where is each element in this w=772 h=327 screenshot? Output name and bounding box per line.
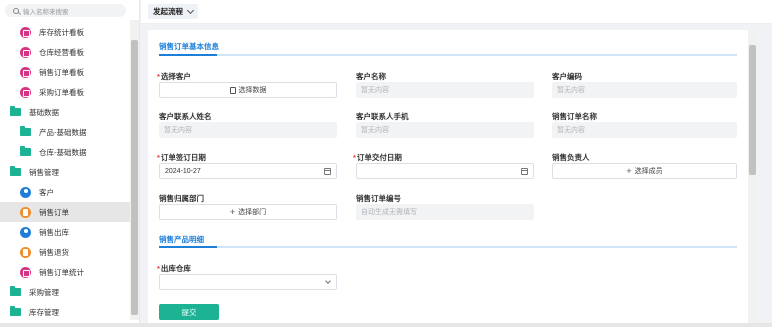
select-member-button[interactable]: + 选择成员	[552, 163, 737, 179]
calendar-icon	[521, 168, 528, 175]
sidebar-item-purchase-mgmt[interactable]: 采购管理	[0, 282, 130, 302]
customer-code-label: 客户编码	[552, 72, 582, 81]
sidebar-scrollbar-thumb[interactable]	[131, 40, 138, 315]
order-icon	[20, 246, 31, 258]
start-flow-label: 发起流程	[153, 7, 183, 16]
sign-date-picker[interactable]: 2024-10-27	[159, 163, 337, 179]
sales-order-form: 销售订单基本信息 *选择客户 选择数据 客户名称 暂无内容 客户编码 暂无内容 …	[148, 30, 748, 325]
top-bar: 发起流程	[141, 0, 772, 24]
sidebar-item-warehouse-board[interactable]: 仓库经营看板	[0, 42, 130, 62]
plus-icon: +	[229, 207, 236, 217]
sidebar-item-label: 销售退货	[39, 247, 69, 257]
sidebar-item-sales-order[interactable]: 销售订单	[0, 202, 130, 222]
board-icon	[20, 46, 31, 58]
sales-person-label: 销售负责人	[552, 153, 590, 162]
sidebar-item-label: 销售订单看板	[39, 67, 84, 77]
submit-button[interactable]: 提交	[159, 304, 219, 320]
contact-name-label: 客户联系人姓名	[159, 112, 212, 121]
sidebar-item-label: 采购管理	[29, 287, 59, 297]
delivery-date-label: *订单交付日期	[353, 153, 402, 162]
order-name-field: 暂无内容	[552, 122, 737, 138]
search-input[interactable]: 输入名称来搜索	[5, 4, 126, 17]
sidebar-item-sales-return[interactable]: 销售退货	[0, 242, 130, 262]
contact-phone-field: 暂无内容	[356, 122, 534, 138]
sidebar-item-label: 库存管理	[29, 307, 59, 317]
section-title-basic: 销售订单基本信息	[159, 42, 219, 51]
search-icon	[13, 7, 19, 14]
sidebar-item-sales-mgmt[interactable]: 销售管理	[0, 162, 130, 182]
sidebar-menu: 库存统计看板 仓库经营看板 销售订单看板 采购订单看板 基础数据 产品-基础数据…	[0, 22, 130, 322]
user-icon	[20, 186, 31, 198]
folder-icon	[10, 166, 21, 176]
board-icon	[20, 266, 31, 278]
order-no-field: 自动生成无需填写	[356, 204, 534, 220]
horizontal-scrollbar[interactable]	[0, 323, 772, 327]
folder-icon	[10, 106, 21, 116]
sidebar-item-label: 基础数据	[29, 107, 59, 117]
sidebar-item-purchase-board[interactable]: 采购订单看板	[0, 82, 130, 102]
sidebar-item-basic-data[interactable]: 基础数据	[0, 102, 130, 122]
select-customer-button[interactable]: 选择数据	[159, 82, 337, 98]
delivery-date-picker[interactable]	[356, 163, 534, 179]
folder-icon	[20, 126, 31, 136]
sidebar-item-label: 产品-基础数据	[39, 127, 87, 137]
board-icon	[20, 86, 31, 98]
sidebar-item-sales-stats[interactable]: 销售订单统计	[0, 262, 130, 282]
main-scrollbar-thumb[interactable]	[749, 45, 756, 175]
sidebar-item-customer[interactable]: 客户	[0, 182, 130, 202]
board-icon	[20, 66, 31, 78]
select-customer-label: *选择客户	[157, 72, 191, 81]
calendar-icon	[324, 168, 331, 175]
sidebar-item-label: 销售管理	[29, 167, 59, 177]
plus-icon: +	[626, 166, 632, 176]
section-title-products: 销售产品明细	[159, 235, 204, 244]
warehouse-label: *出库仓库	[157, 264, 191, 273]
sidebar-item-warehouse-data[interactable]: 仓库-基础数据	[0, 142, 130, 162]
sidebar-item-inventory-mgmt[interactable]: 库存管理	[0, 302, 130, 322]
sidebar-item-inventory-board[interactable]: 库存统计看板	[0, 22, 130, 42]
document-icon	[229, 86, 236, 94]
customer-name-label: 客户名称	[356, 72, 386, 81]
warehouse-select[interactable]	[159, 274, 337, 290]
customer-name-field: 暂无内容	[356, 82, 534, 98]
folder-icon	[10, 306, 21, 316]
sidebar-item-sales-outbound[interactable]: 销售出库	[0, 222, 130, 242]
section-divider	[159, 54, 737, 56]
section-divider	[159, 246, 737, 248]
sidebar-item-label: 销售出库	[39, 227, 69, 237]
sidebar: 输入名称来搜索 库存统计看板 仓库经营看板 销售订单看板 采购订单看板 基础数据…	[0, 0, 140, 327]
contact-name-field: 暂无内容	[159, 122, 337, 138]
sidebar-item-label: 仓库经营看板	[39, 47, 84, 57]
sidebar-item-label: 库存统计看板	[39, 27, 84, 37]
search-placeholder: 输入名称来搜索	[23, 8, 69, 16]
order-name-label: 销售订单名称	[552, 112, 597, 121]
chevron-down-icon	[325, 278, 331, 284]
sidebar-item-label: 采购订单看板	[39, 87, 84, 97]
chevron-down-icon	[186, 6, 195, 14]
order-no-label: 销售订单编号	[356, 194, 401, 203]
sidebar-item-label: 仓库-基础数据	[39, 147, 87, 157]
doc-icon	[20, 226, 31, 238]
folder-icon	[20, 146, 31, 156]
sidebar-item-label: 客户	[39, 187, 54, 197]
sidebar-item-label: 销售订单统计	[39, 267, 84, 277]
sidebar-item-product-data[interactable]: 产品-基础数据	[0, 122, 130, 142]
customer-code-field: 暂无内容	[552, 82, 737, 98]
sidebar-item-label: 销售订单	[39, 207, 69, 217]
select-dept-button[interactable]: + 选择部门	[159, 204, 337, 220]
sidebar-item-sales-board[interactable]: 销售订单看板	[0, 62, 130, 82]
sign-date-label: *订单签订日期	[157, 153, 206, 162]
contact-phone-label: 客户联系人手机	[356, 112, 409, 121]
dept-label: 销售归属部门	[159, 194, 204, 203]
folder-icon	[10, 286, 21, 296]
board-icon	[20, 26, 31, 38]
start-flow-dropdown[interactable]: 发起流程	[148, 4, 198, 19]
order-icon	[20, 206, 31, 218]
